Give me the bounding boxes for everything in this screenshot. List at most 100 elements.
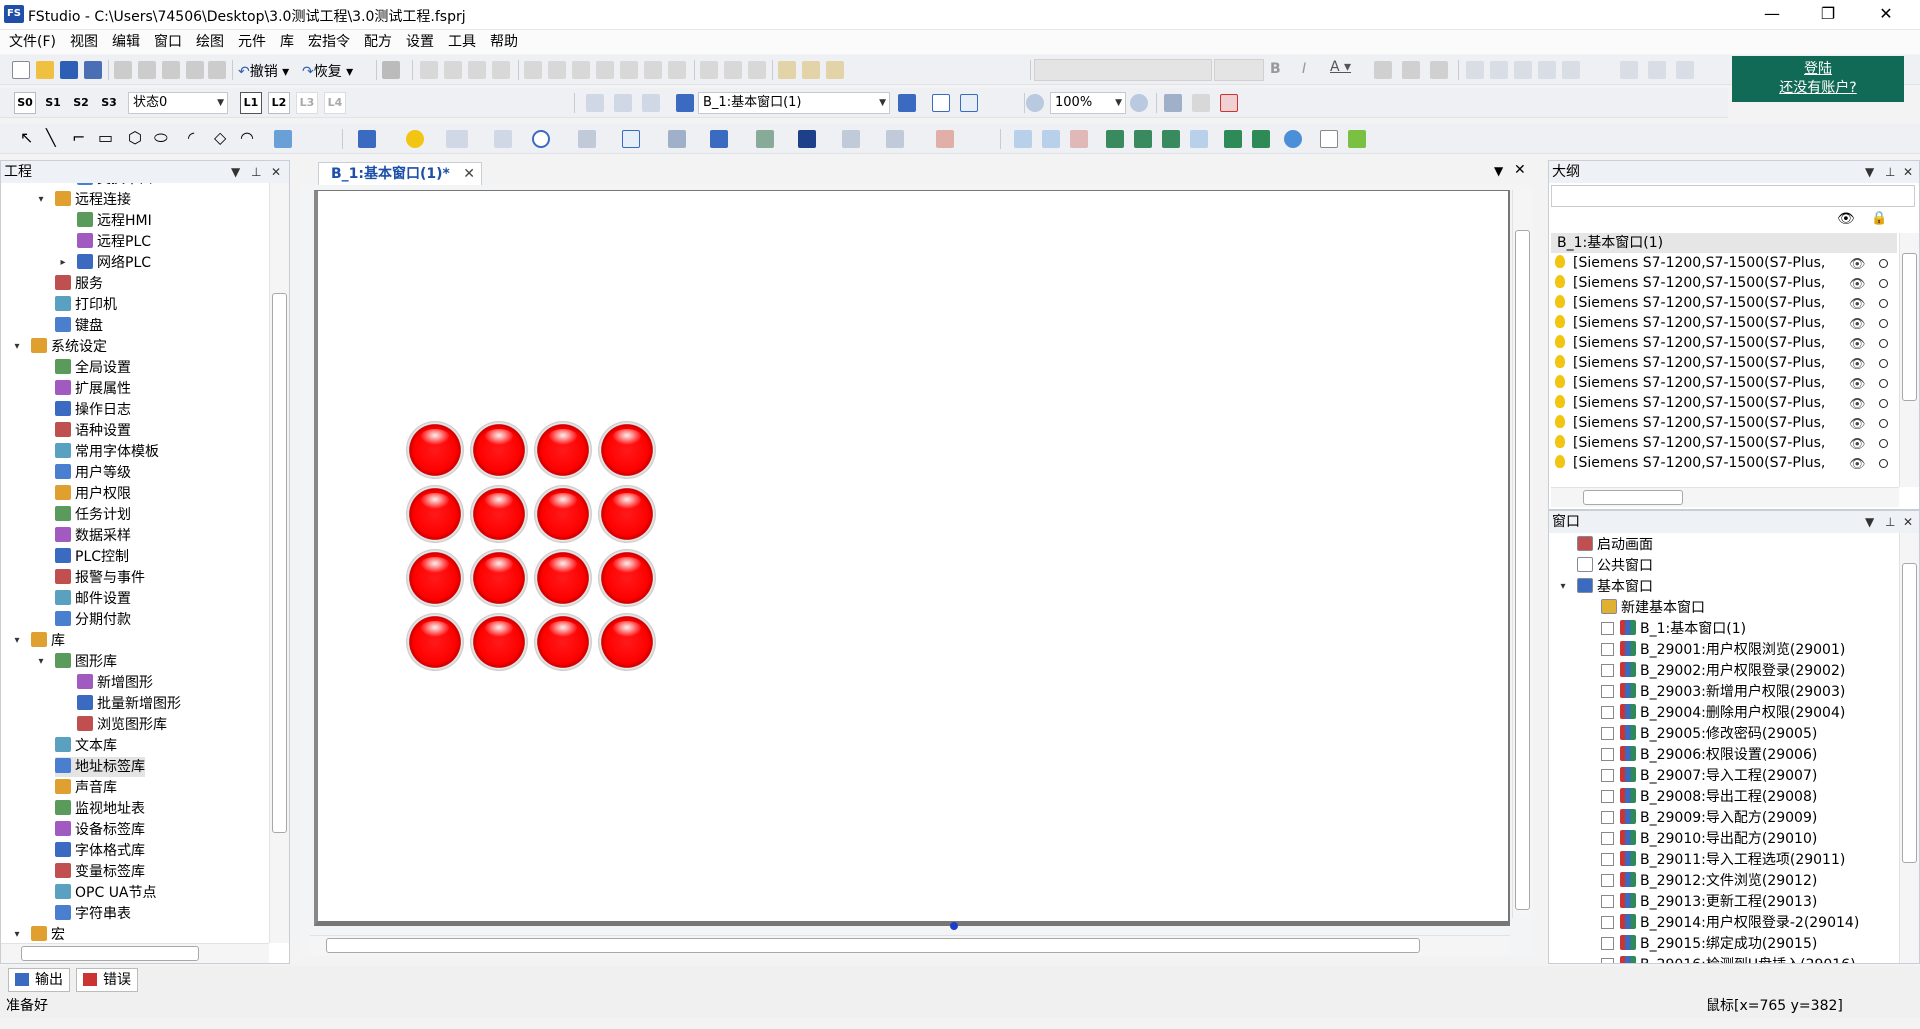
outline-vscrollbar[interactable] <box>1899 233 1919 487</box>
new-window-icon[interactable] <box>586 94 604 112</box>
tree-item[interactable]: PLC控制 <box>55 547 129 567</box>
polyline-icon[interactable]: ⌐ <box>72 128 85 147</box>
menu-item[interactable]: 配方 <box>357 30 399 54</box>
tree-item[interactable]: 远程HMI <box>77 211 152 231</box>
cloud-icon[interactable] <box>1284 130 1302 148</box>
redo-button[interactable]: ↷恢复 ▾ <box>302 61 353 81</box>
text-tool-icon[interactable] <box>1514 61 1532 79</box>
window-checkbox[interactable] <box>1601 958 1614 963</box>
compile-icon[interactable] <box>1190 130 1208 148</box>
diamond-icon[interactable]: ◇ <box>214 128 226 147</box>
cut-icon[interactable] <box>114 61 132 79</box>
window-list-item[interactable]: B_29015:绑定成功(29015) <box>1601 934 1817 954</box>
tree-expander-icon[interactable]: ▾ <box>11 341 23 352</box>
snap-icon[interactable] <box>1192 94 1210 112</box>
rectangle-icon[interactable]: ▭ <box>98 128 113 147</box>
outline-item[interactable]: [Siemens S7-1200,S7-1500(S7-Plus, 👁 <box>1551 393 1891 413</box>
tree-item[interactable]: 图形库 <box>55 652 117 672</box>
window-list-item[interactable]: B_1:基本窗口(1) <box>1601 619 1746 639</box>
tree-item[interactable]: 远程连接 <box>55 190 131 210</box>
paste-special-icon[interactable] <box>162 61 180 79</box>
layer-4-button[interactable]: L4 <box>324 92 346 114</box>
zoom-combo[interactable]: 100% ▼ <box>1050 92 1126 114</box>
align-left-icon[interactable] <box>524 61 542 79</box>
state-2-button[interactable]: S2 <box>70 92 92 114</box>
menu-item[interactable]: 工具 <box>441 30 483 54</box>
tree-expander-icon[interactable]: ▾ <box>11 929 23 940</box>
align-icon[interactable] <box>468 61 486 79</box>
indicator-lamp[interactable] <box>470 549 528 607</box>
state-1-button[interactable]: S1 <box>42 92 64 114</box>
outline-hscrollbar[interactable] <box>1551 487 1899 507</box>
editor-vscrollbar[interactable] <box>1512 190 1532 918</box>
tree-item[interactable]: 分期付款 <box>55 610 131 630</box>
ungroup-icon[interactable] <box>802 61 820 79</box>
visibility-eye-icon[interactable]: 👁 <box>1849 255 1866 275</box>
tree-item[interactable]: 扩展属性 <box>55 379 131 399</box>
same-size-icon[interactable] <box>700 61 718 79</box>
indicator-lamp[interactable] <box>534 549 592 607</box>
window-props-icon[interactable] <box>642 94 660 112</box>
tree-item[interactable]: 常用字体模板 <box>55 442 159 462</box>
visibility-eye-icon[interactable]: 👁 <box>1849 395 1866 415</box>
keypad-component-icon[interactable] <box>494 130 512 148</box>
tree-item[interactable]: 新增图形 <box>77 673 153 693</box>
grid-icon[interactable] <box>1164 94 1182 112</box>
tree-item[interactable]: 远程PLC <box>77 232 151 252</box>
window-list-item[interactable]: B_29012:文件浏览(29012) <box>1601 871 1817 891</box>
visibility-eye-icon[interactable]: 👁 <box>1849 415 1866 435</box>
italic-icon[interactable]: I <box>1302 61 1306 77</box>
window-list-item[interactable]: B_29013:更新工程(29013) <box>1601 892 1817 912</box>
window-tree-item[interactable]: 新建基本窗口 <box>1601 598 1705 618</box>
outline-item[interactable]: [Siemens S7-1200,S7-1500(S7-Plus, 👁 <box>1551 333 1891 353</box>
tree-item[interactable]: 数据采样 <box>55 526 131 546</box>
pin-icon[interactable]: ⊥ <box>251 161 261 183</box>
panel-menu-icon[interactable]: ▼ <box>231 161 240 183</box>
font-name-combo[interactable] <box>1034 59 1212 81</box>
text-tool-icon[interactable] <box>1538 61 1556 79</box>
valve-component-icon[interactable] <box>756 130 774 148</box>
state-3-button[interactable]: S3 <box>98 92 120 114</box>
wand-remove-icon[interactable] <box>1070 130 1088 148</box>
window-grid-icon[interactable] <box>960 94 978 112</box>
indicator-lamp[interactable] <box>470 421 528 479</box>
tab-errors[interactable]: 错误 <box>76 968 138 992</box>
tree-item[interactable]: 字符串表 <box>55 904 131 924</box>
delete-icon[interactable] <box>208 61 226 79</box>
move-component-icon[interactable] <box>798 130 816 148</box>
menu-item[interactable]: 帮助 <box>483 30 525 54</box>
tree-item[interactable]: 库 <box>31 631 65 651</box>
font-size-combo[interactable] <box>1214 59 1264 81</box>
window-tree-item[interactable]: 公共窗口 <box>1577 556 1653 576</box>
group-icon[interactable] <box>778 61 796 79</box>
project-hscrollbar[interactable] <box>1 943 269 963</box>
align-icon[interactable] <box>444 61 462 79</box>
login-label[interactable]: 登陆 <box>1732 60 1904 79</box>
document-tab[interactable]: B_1:基本窗口(1)* ✕ <box>318 162 482 186</box>
tree-item[interactable]: 邮件设置 <box>55 589 131 609</box>
bold-icon[interactable]: B <box>1270 61 1281 77</box>
indicator-lamp[interactable] <box>406 549 464 607</box>
align-center-icon[interactable] <box>548 61 566 79</box>
numeric-component-icon[interactable] <box>446 130 468 148</box>
window-list-item[interactable]: B_29004:删除用户权限(29004) <box>1601 703 1845 723</box>
indicator-lamp[interactable] <box>406 421 464 479</box>
maximize-button[interactable]: ❐ <box>1800 0 1856 30</box>
outline-item[interactable]: [Siemens S7-1200,S7-1500(S7-Plus, 👁 <box>1551 353 1891 373</box>
lock-toggle-icon[interactable] <box>1879 359 1888 368</box>
panel-menu-icon[interactable]: ▼ <box>1865 161 1874 183</box>
pin-icon[interactable]: ⊥ <box>1885 161 1895 183</box>
image-icon[interactable] <box>274 130 292 148</box>
window-checkbox[interactable] <box>1601 748 1614 761</box>
tree-item[interactable]: 用户等级 <box>55 463 131 483</box>
tree-item[interactable]: 语种设置 <box>55 421 131 441</box>
chart-component-icon[interactable] <box>622 130 640 148</box>
hardware-icon[interactable] <box>1348 130 1366 148</box>
menu-item[interactable]: 宏指令 <box>301 30 357 54</box>
lock-toggle-icon[interactable] <box>1879 319 1888 328</box>
state-combo[interactable]: 状态0 ▼ <box>128 92 228 114</box>
indicator-lamp[interactable] <box>406 485 464 543</box>
outline-item[interactable]: [Siemens S7-1200,S7-1500(S7-Plus, 👁 <box>1551 413 1891 433</box>
state-0-button[interactable]: S0 <box>14 92 36 114</box>
tree-item[interactable]: 用户权限 <box>55 484 131 504</box>
